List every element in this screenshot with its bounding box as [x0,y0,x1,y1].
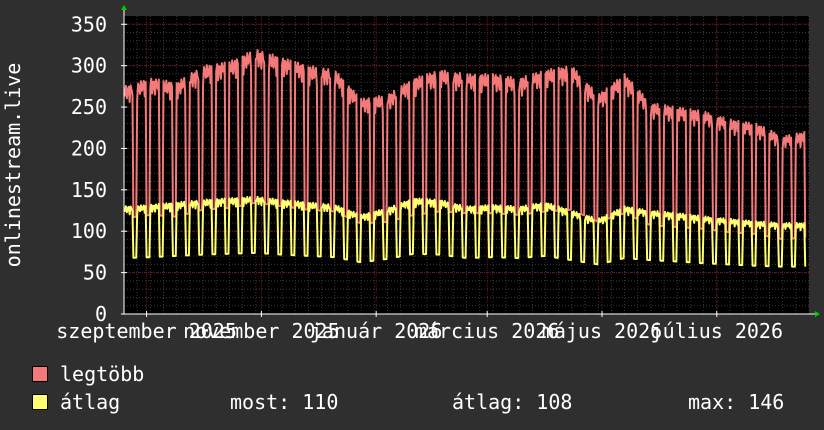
x-tick-label: május 2026 [542,319,662,343]
y-tick-label: 100 [71,219,107,243]
y-tick-label: 350 [71,12,107,36]
y-tick-label: 250 [71,95,107,119]
y-tick-label: 50 [83,261,107,285]
y-axis-label: onlinestream.live [1,63,25,268]
x-tick-label: július 2026 [651,319,783,343]
x-tick-labels: szeptember 2025november 2025január 2026m… [56,319,783,343]
x-tick-label: március 2026 [415,319,560,343]
x-axis-arrow [815,311,820,317]
y-tick-labels: 050100150200250300350 [71,12,107,326]
y-axis-arrow [121,5,127,10]
y-tick-label: 200 [71,136,107,160]
y-tick-label: 300 [71,54,107,78]
y-tick-label: 150 [71,178,107,202]
chart-svg: 050100150200250300350 szeptember 2025nov… [1,5,820,343]
